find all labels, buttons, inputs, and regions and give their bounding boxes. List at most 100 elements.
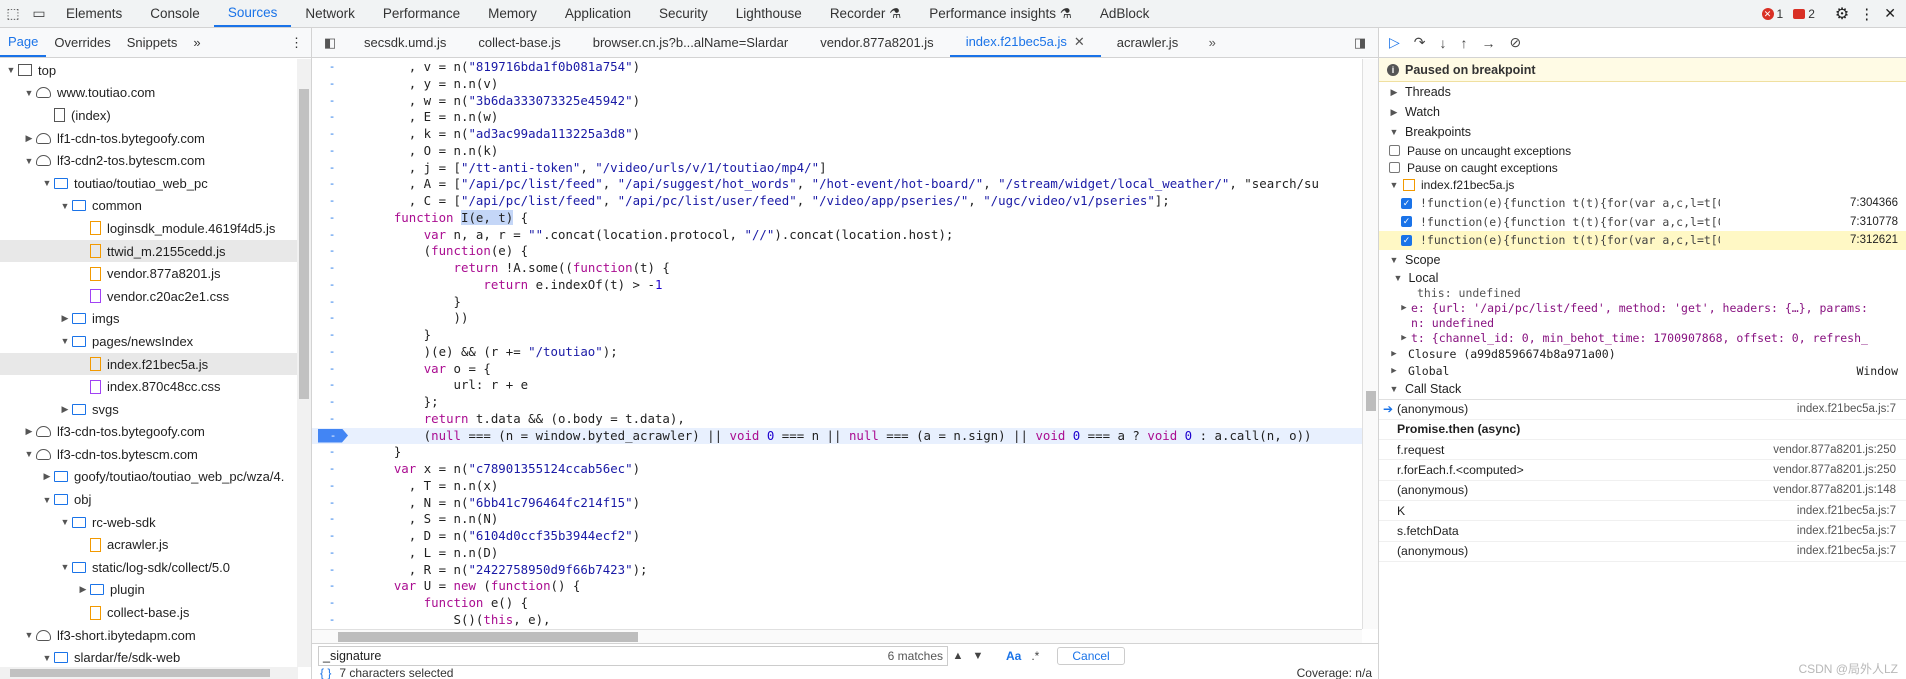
file-tree-scrollbar[interactable]: [297, 59, 311, 667]
previous-match-icon[interactable]: ▲: [948, 650, 968, 662]
watch-section[interactable]: ▶ Watch: [1379, 102, 1906, 122]
code-line[interactable]: - }: [312, 294, 1362, 311]
breakpoint-item[interactable]: ✓ !function(e){function t(t){for(var a,c,…: [1379, 194, 1906, 213]
tab-application[interactable]: Application: [551, 0, 645, 27]
code-line[interactable]: - , O = n.n(k): [312, 143, 1362, 160]
breakpoint-file-group[interactable]: ▼ index.f21bec5a.js: [1379, 176, 1906, 194]
tree-item[interactable]: acrawler.js: [0, 533, 298, 556]
code-line[interactable]: - function e() {: [312, 595, 1362, 612]
editor-tab[interactable]: secsdk.umd.js: [348, 28, 462, 57]
tree-item[interactable]: loginsdk_module.4619f4d5.js: [0, 217, 298, 240]
chevron-down-icon[interactable]: ▼: [58, 562, 72, 572]
call-frame-location[interactable]: vendor.877a8201.js:148: [1773, 484, 1896, 496]
code-horizontal-scrollbar[interactable]: [312, 629, 1362, 643]
resume-icon[interactable]: ▷: [1389, 34, 1400, 51]
tree-item[interactable]: index.870c48cc.css: [0, 375, 298, 398]
tab-lighthouse[interactable]: Lighthouse: [722, 0, 816, 27]
code-line[interactable]: - , v = n("819716bda1f0b081a754"): [312, 59, 1362, 76]
line-number[interactable]: -: [312, 93, 352, 110]
chevron-down-icon[interactable]: ▼: [58, 201, 72, 211]
tree-item[interactable]: ▶ plugin: [0, 579, 298, 602]
tree-item[interactable]: ttwid_m.2155cedd.js: [0, 239, 298, 263]
call-frame[interactable]: r.forEach.f.<computed> vendor.877a8201.js…: [1379, 460, 1906, 481]
scope-closure[interactable]: ▶ Closure (a99d8596674b8a971a00): [1379, 346, 1906, 363]
call-frame[interactable]: s.fetchData index.f21bec5a.js:7: [1379, 521, 1906, 542]
code-line[interactable]: - , S = n.n(N): [312, 511, 1362, 528]
tab-performance-insights[interactable]: Performance insights ⚗: [915, 0, 1086, 27]
tree-item[interactable]: ▼ obj: [0, 488, 298, 511]
breakpoint-checkbox[interactable]: ✓: [1401, 216, 1412, 228]
tree-item[interactable]: ▼ pages/newsIndex: [0, 330, 298, 353]
line-number[interactable]: -: [312, 109, 352, 126]
breakpoint-marker[interactable]: -: [318, 428, 348, 443]
deactivate-breakpoints-icon[interactable]: ⊘: [1510, 34, 1522, 51]
line-number[interactable]: -: [312, 76, 352, 93]
step-out-icon[interactable]: ↑: [1461, 35, 1468, 51]
checkbox-box[interactable]: [1389, 162, 1400, 173]
code-line[interactable]: - , E = n.n(w): [312, 109, 1362, 126]
code-line[interactable]: - var U = new (function() {: [312, 578, 1362, 595]
editor-tab[interactable]: collect-base.js: [462, 28, 576, 57]
line-number[interactable]: -: [312, 612, 352, 629]
step-over-icon[interactable]: ↷: [1414, 34, 1426, 51]
code-line[interactable]: - )): [312, 310, 1362, 327]
toggle-debugger-icon[interactable]: ◨: [1342, 28, 1378, 57]
call-frame[interactable]: (anonymous) vendor.877a8201.js:148: [1379, 481, 1906, 501]
chevron-down-icon[interactable]: ▼: [22, 88, 36, 98]
line-number[interactable]: -: [312, 511, 352, 528]
code-line[interactable]: - , w = n("3b6da333073325e45942"): [312, 93, 1362, 110]
code-line[interactable]: - url: r + e: [312, 377, 1362, 394]
code-line[interactable]: - var x = n("c78901355124ccab56ec"): [312, 461, 1362, 478]
code-line[interactable]: - , C = ["/api/pc/list/feed", "/api/pc/l…: [312, 193, 1362, 210]
chevron-down-icon[interactable]: ▼: [4, 65, 18, 75]
code-line[interactable]: - , R = n("2422758950d9f66b7423");: [312, 562, 1362, 579]
chevron-down-icon[interactable]: ▼: [22, 449, 36, 459]
inspect-element-icon[interactable]: ⬚: [0, 0, 26, 27]
scope-local[interactable]: ▼ Local: [1379, 270, 1906, 286]
tree-item[interactable]: ▼ rc-web-sdk: [0, 511, 298, 534]
line-number[interactable]: -: [312, 210, 352, 227]
next-match-icon[interactable]: ▼: [968, 650, 988, 662]
scrollbar-thumb[interactable]: [10, 669, 270, 677]
call-frame[interactable]: ➔ (anonymous) index.f21bec5a.js:7: [1379, 400, 1906, 420]
tab-page[interactable]: Page: [0, 28, 47, 57]
call-frame-location[interactable]: vendor.877a8201.js:250: [1773, 464, 1896, 476]
chevron-right-icon[interactable]: ▶: [76, 584, 90, 595]
line-number[interactable]: -: [312, 461, 352, 478]
chevron-down-icon[interactable]: ▼: [40, 653, 54, 663]
code-line[interactable]: - function I(e, t) {: [312, 209, 1362, 227]
tab-memory[interactable]: Memory: [474, 0, 551, 27]
code-line[interactable]: - )(e) && (r += "/toutiao");: [312, 344, 1362, 361]
tab-performance[interactable]: Performance: [369, 0, 474, 27]
breakpoint-item[interactable]: ✓ !function(e){function t(t){for(var a,c,…: [1379, 213, 1906, 232]
tree-item[interactable]: ▶ goofy/toutiao/toutiao_web_pc/wza/4.: [0, 466, 298, 489]
close-tab-icon[interactable]: ✕: [1074, 34, 1085, 50]
tree-item[interactable]: ▼ lf3-cdn-tos.bytescm.com: [0, 443, 298, 466]
line-number[interactable]: -: [312, 377, 352, 394]
tab-network[interactable]: Network: [291, 0, 369, 27]
line-number[interactable]: -: [312, 578, 352, 595]
code-view[interactable]: - , v = n("819716bda1f0b081a754") - , y =…: [312, 59, 1362, 629]
chevron-right-icon[interactable]: ▶: [58, 313, 72, 324]
line-number[interactable]: -: [312, 595, 352, 612]
line-number[interactable]: -: [312, 545, 352, 562]
code-line[interactable]: - var n, a, r = "".concat(location.proto…: [312, 227, 1362, 244]
scrollbar-thumb[interactable]: [1366, 391, 1376, 411]
scope-section[interactable]: ▼ Scope: [1379, 250, 1906, 270]
tree-item[interactable]: ▶ lf1-cdn-tos.bytegoofy.com: [0, 127, 298, 150]
code-line[interactable]: - , D = n("6104d0ccf35b3944ecf2"): [312, 528, 1362, 545]
editor-tab[interactable]: vendor.877a8201.js: [804, 28, 949, 57]
chevron-down-icon[interactable]: ▼: [22, 630, 36, 640]
scrollbar-thumb[interactable]: [338, 632, 638, 642]
code-line[interactable]: - };: [312, 394, 1362, 411]
search-input[interactable]: _signature 6 matches: [318, 645, 948, 666]
call-frame-location[interactable]: index.f21bec5a.js:7: [1797, 525, 1896, 537]
scope-var-e[interactable]: ▶ e: {url: '/api/pc/list/feed', method: '…: [1379, 301, 1906, 316]
tree-item[interactable]: ▼ top: [0, 59, 298, 82]
line-number[interactable]: -: [312, 478, 352, 495]
tab-overrides[interactable]: Overrides: [46, 28, 118, 57]
code-line[interactable]: - , j = ["/tt-anti-token", "/video/urls/…: [312, 160, 1362, 177]
breakpoints-section[interactable]: ▼ Breakpoints: [1379, 122, 1906, 142]
breakpoint-checkbox[interactable]: ✓: [1401, 197, 1412, 209]
error-counter[interactable]: ✕ 1: [1761, 7, 1783, 21]
